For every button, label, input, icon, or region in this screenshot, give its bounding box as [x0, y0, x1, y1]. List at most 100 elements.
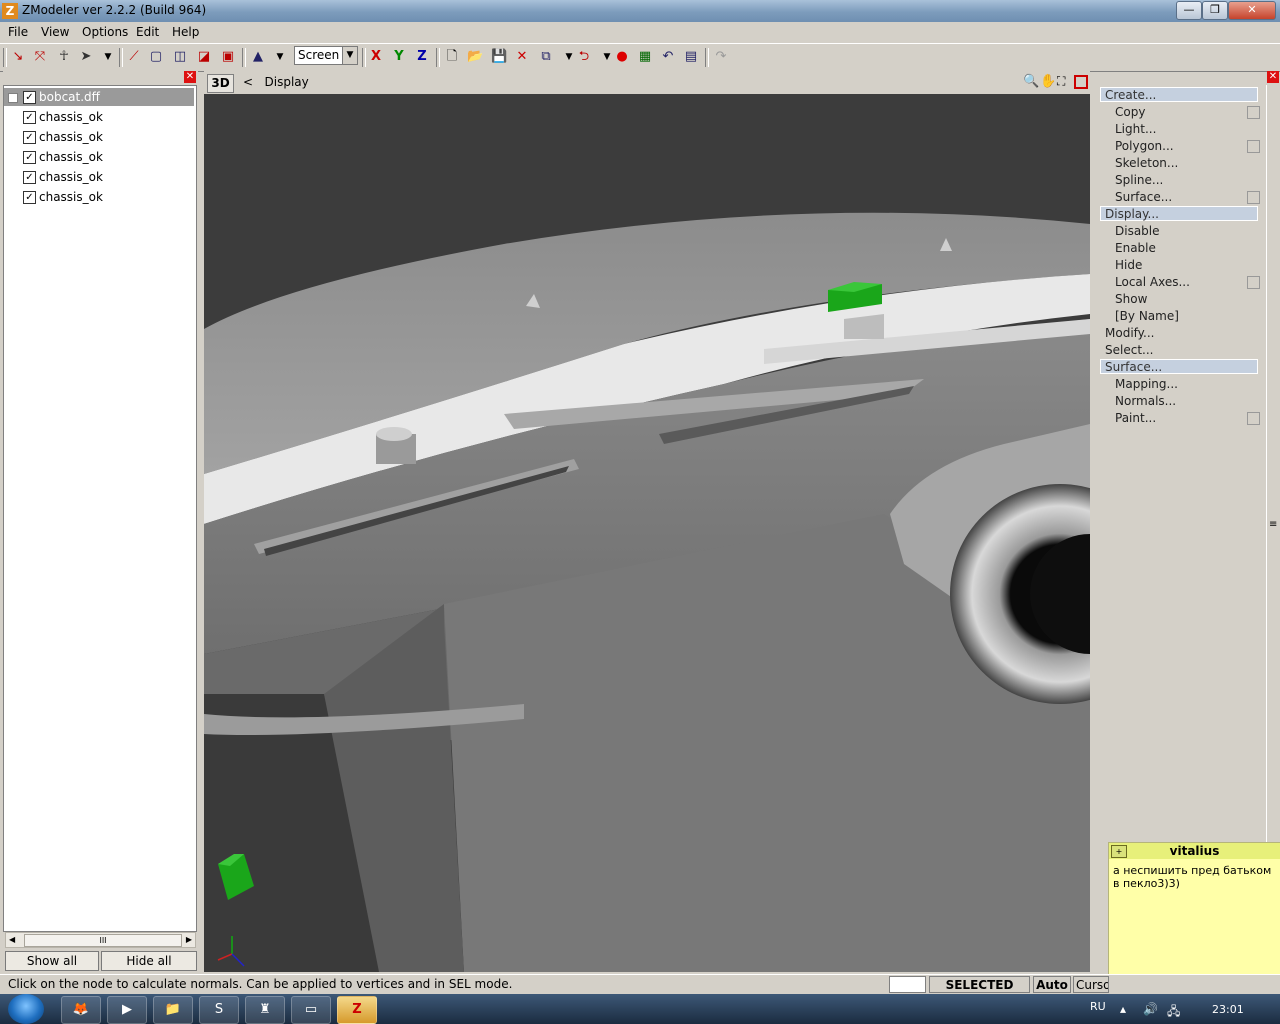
zoom-icon[interactable]: 🔍 — [1023, 74, 1039, 89]
menu-view[interactable]: View — [41, 25, 69, 39]
firefox-icon[interactable]: 🦊 — [61, 996, 101, 1024]
display-hide[interactable]: Hide — [1115, 257, 1142, 273]
select-move-icon[interactable]: ⤧ — [32, 49, 48, 65]
dropdown-arrow-icon[interactable]: ▼ — [100, 49, 116, 65]
file-explorer-icon[interactable]: 📁 — [153, 996, 193, 1024]
back-chevron-icon[interactable]: < — [243, 75, 253, 89]
tree-item[interactable]: ✓ chassis_ok — [4, 148, 194, 166]
options-box[interactable] — [1247, 106, 1260, 119]
create-surface[interactable]: Surface... — [1115, 189, 1172, 205]
scrollbar-thumb[interactable]: III — [24, 934, 182, 947]
undo-icon[interactable]: ↶ — [660, 49, 676, 65]
object-mode-icon[interactable]: ◪ — [196, 49, 212, 65]
dropdown-arrow-icon[interactable]: ▼ — [272, 49, 288, 65]
surface-normals[interactable]: Normals... — [1115, 393, 1176, 409]
close-icon[interactable]: ✕ — [184, 71, 196, 83]
menu-file[interactable]: File — [8, 25, 28, 39]
start-button[interactable] — [8, 994, 44, 1024]
menu-help[interactable]: Help — [172, 25, 199, 39]
create-polygon[interactable]: Polygon... — [1115, 138, 1174, 154]
network-icon[interactable]: 🖧 — [1167, 1002, 1180, 1023]
options-box[interactable] — [1247, 140, 1260, 153]
visibility-checkbox[interactable]: ✓ — [23, 171, 36, 184]
select-item[interactable]: Select... — [1105, 342, 1153, 358]
select-arrow-icon[interactable]: ↘ — [10, 49, 26, 65]
visibility-checkbox[interactable]: ✓ — [23, 191, 36, 204]
vertex-mode-icon[interactable]: ⟋ — [126, 49, 142, 65]
create-skeleton[interactable]: Skeleton... — [1115, 155, 1178, 171]
surface-mapping[interactable]: Mapping... — [1115, 376, 1178, 392]
display-by-name[interactable]: [By Name] — [1115, 308, 1179, 324]
media-player-icon[interactable]: ▶ — [107, 996, 147, 1024]
display-disable[interactable]: Disable — [1115, 223, 1160, 239]
window-icon[interactable]: ▭ — [291, 996, 331, 1024]
edge-mode-icon[interactable]: ▢ — [148, 49, 164, 65]
view-select[interactable]: Screen ▼ — [294, 46, 358, 65]
tree-item[interactable]: ✓ chassis_ok — [4, 108, 194, 126]
axis-x-toggle[interactable]: X — [368, 49, 384, 65]
open-folder-icon[interactable]: 📂 — [467, 49, 483, 65]
create-spline[interactable]: Spline... — [1115, 172, 1163, 188]
zmodeler-task[interactable]: Z — [337, 996, 377, 1024]
axis-y-toggle[interactable]: Y — [391, 49, 407, 65]
walk-icon[interactable]: ☥ — [56, 49, 72, 65]
tray-expand-icon[interactable]: ▴ — [1120, 1002, 1126, 1016]
maximize-viewport-icon[interactable]: ⛶ — [1057, 74, 1065, 89]
close-button[interactable]: ✕ — [1228, 1, 1276, 20]
delete-icon[interactable]: ✕ — [514, 49, 530, 65]
visibility-checkbox[interactable]: ✓ — [23, 131, 36, 144]
import-icon[interactable]: ⧉ — [538, 49, 554, 65]
options-box[interactable] — [1247, 191, 1260, 204]
tree-item[interactable]: ✓ chassis_ok — [4, 168, 194, 186]
options-box[interactable] — [1247, 412, 1260, 425]
skype-icon[interactable]: S — [199, 996, 239, 1024]
stop-icon[interactable] — [1074, 75, 1088, 89]
normals-icon[interactable]: ▲ — [250, 49, 266, 65]
face-mode-icon[interactable]: ◫ — [172, 49, 188, 65]
surface-header[interactable]: Surface... — [1100, 359, 1258, 374]
auto-indicator[interactable]: Auto — [1033, 976, 1071, 993]
select-all-mode-icon[interactable]: ▣ — [220, 49, 236, 65]
show-all-button[interactable]: Show all — [5, 951, 99, 971]
note-text[interactable]: а неспишить пред батьком в пекло3)3) — [1113, 864, 1275, 890]
volume-icon[interactable]: 🔊 — [1143, 1002, 1158, 1016]
scroll-grip-icon[interactable]: ≡ — [1269, 519, 1277, 530]
tree-item-root[interactable]: + ✓ bobcat.dff — [4, 88, 194, 106]
tree-item[interactable]: ✓ chassis_ok — [4, 128, 194, 146]
menu-options[interactable]: Options — [82, 25, 128, 39]
save-icon[interactable]: 💾 — [491, 49, 507, 65]
modify-item[interactable]: Modify... — [1105, 325, 1155, 341]
render-icon[interactable]: ● — [614, 49, 630, 65]
create-light[interactable]: Light... — [1115, 121, 1156, 137]
maximize-button[interactable]: ❐ — [1202, 1, 1228, 20]
sticky-note[interactable]: vitalius + а неспишить пред батьком в пе… — [1108, 842, 1280, 996]
options-box[interactable] — [1247, 276, 1260, 289]
note-icon[interactable]: + — [1111, 845, 1127, 858]
texture-icon[interactable]: ▦ — [637, 49, 653, 65]
dropdown-arrow-icon[interactable]: ▼ — [599, 49, 615, 65]
tree-scrollbar[interactable]: ◀ III ▶ — [5, 932, 196, 948]
clock[interactable]: 23:01 — [1212, 1003, 1244, 1016]
scroll-right-icon[interactable]: ▶ — [186, 933, 192, 947]
create-copy[interactable]: Copy — [1115, 104, 1145, 120]
visibility-checkbox[interactable]: ✓ — [23, 151, 36, 164]
expand-icon[interactable]: + — [8, 93, 18, 103]
dropdown-arrow-icon[interactable]: ▼ — [561, 49, 577, 65]
3d-viewport[interactable] — [204, 94, 1090, 972]
display-show[interactable]: Show — [1115, 291, 1147, 307]
axis-z-toggle[interactable]: Z — [414, 49, 430, 65]
language-indicator[interactable]: RU — [1090, 1000, 1106, 1013]
visibility-checkbox[interactable]: ✓ — [23, 111, 36, 124]
pan-hand-icon[interactable]: ✋ — [1040, 74, 1056, 89]
surface-paint[interactable]: Paint... — [1115, 410, 1156, 426]
pointer-icon[interactable]: ➤ — [78, 49, 94, 65]
game-tool-icon[interactable]: ♜ — [245, 996, 285, 1024]
minimize-button[interactable]: — — [1176, 1, 1202, 20]
create-header[interactable]: Create... — [1100, 87, 1258, 102]
display-enable[interactable]: Enable — [1115, 240, 1156, 256]
display-local-axes[interactable]: Local Axes... — [1115, 274, 1190, 290]
panel-scrollbar[interactable]: ≡ — [1266, 85, 1280, 885]
export-icon[interactable]: ⮌ — [576, 49, 592, 65]
properties-icon[interactable]: ▤ — [683, 49, 699, 65]
menu-edit[interactable]: Edit — [136, 25, 159, 39]
